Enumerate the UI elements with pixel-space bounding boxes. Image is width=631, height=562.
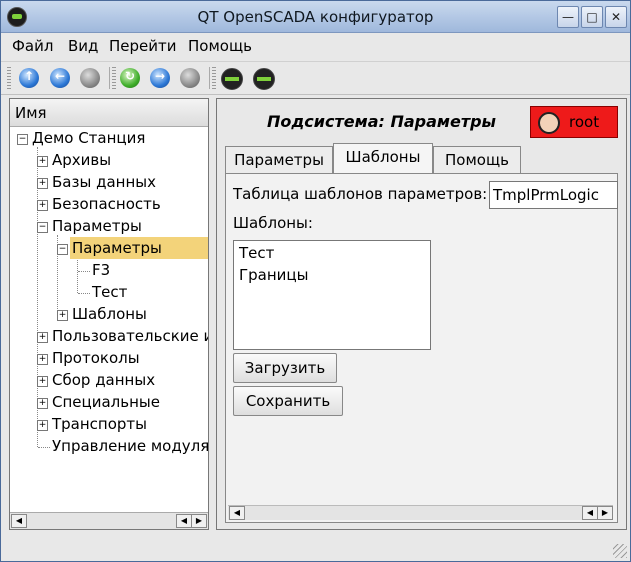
table-name-field[interactable]: TmplPrmLogic xyxy=(489,181,618,209)
toolbar-separator xyxy=(209,67,210,89)
tree-item-parameters-selected[interactable]: Параметры xyxy=(70,237,208,259)
tree-header[interactable]: Имя xyxy=(10,99,208,127)
forward-icon[interactable]: → xyxy=(150,68,170,88)
collapse-icon[interactable]: − xyxy=(57,244,68,255)
tree-item-demo-station[interactable]: Демо Станция xyxy=(32,127,145,149)
tree-horizontal-scrollbar[interactable]: ◀ ◀ ▶ xyxy=(10,512,208,529)
menu-view[interactable]: Вид xyxy=(68,37,98,55)
tree-connector xyxy=(78,271,90,272)
expand-icon[interactable]: + xyxy=(37,420,48,431)
menu-bar: Файл Вид Перейти Помощь xyxy=(1,33,630,59)
back-icon[interactable]: ← xyxy=(50,68,70,88)
toolbar-grip[interactable] xyxy=(212,67,216,89)
application-window: QT OpenSCADA конфигуратор — □ ✕ Файл Вид… xyxy=(0,0,631,562)
expand-icon[interactable]: + xyxy=(37,178,48,189)
tree-item-databases[interactable]: Базы данных xyxy=(52,171,156,193)
expand-icon[interactable]: + xyxy=(37,332,48,343)
templates-list[interactable]: Тест Границы xyxy=(233,240,431,350)
tree-item-module-control[interactable]: Управление модулям xyxy=(52,435,208,457)
list-item[interactable]: Тест xyxy=(239,244,274,262)
expand-icon[interactable]: + xyxy=(37,354,48,365)
expand-icon[interactable]: + xyxy=(37,156,48,167)
navigation-tree[interactable]: Имя − Демо Станция + Архивы + Базы данны… xyxy=(9,98,209,530)
tree-item-archives[interactable]: Архивы xyxy=(52,149,111,171)
tree-item-user-interfaces[interactable]: Пользовательские ин xyxy=(52,325,208,347)
load-button[interactable]: Загрузить xyxy=(233,353,337,383)
scroll-left-icon[interactable]: ◀ xyxy=(176,514,192,528)
tree-header-label: Имя xyxy=(15,104,47,122)
save-button[interactable]: Сохранить xyxy=(233,386,343,416)
table-label: Таблица шаблонов параметров: xyxy=(233,185,488,203)
expand-icon[interactable]: + xyxy=(37,200,48,211)
subsystem-panel: Подсистема: Параметры root Параметры Шаб… xyxy=(216,98,627,530)
templates-label: Шаблоны: xyxy=(233,214,313,232)
tree-item-security[interactable]: Безопасность xyxy=(52,193,161,215)
menu-file[interactable]: Файл xyxy=(12,37,53,55)
stop-icon[interactable] xyxy=(80,68,100,88)
toolbar-grip[interactable] xyxy=(7,67,11,89)
tree-item-transports[interactable]: Транспорты xyxy=(52,413,147,435)
tree-item-special[interactable]: Специальные xyxy=(52,391,160,413)
user-name: root xyxy=(569,113,600,131)
tree-item-templates[interactable]: Шаблоны xyxy=(72,303,147,325)
pane-horizontal-scrollbar[interactable]: ◀ ◀ ▶ xyxy=(228,505,613,520)
resize-grip-icon[interactable] xyxy=(613,544,627,558)
collapse-icon[interactable]: − xyxy=(17,134,28,145)
tree-connector xyxy=(38,447,50,448)
user-button[interactable]: root xyxy=(530,106,618,138)
page-title: Подсистема: Параметры xyxy=(267,112,497,131)
templates-tab-pane: Таблица шаблонов параметров: TmplPrmLogi… xyxy=(225,173,618,523)
tree-item-test[interactable]: Тест xyxy=(92,281,127,303)
expand-icon[interactable]: + xyxy=(37,398,48,409)
network-icon[interactable] xyxy=(253,68,275,90)
tree-item-parameters[interactable]: Параметры xyxy=(52,215,142,237)
menu-help[interactable]: Помощь xyxy=(188,37,252,55)
collapse-icon[interactable]: − xyxy=(37,222,48,233)
scroll-right-icon[interactable]: ▶ xyxy=(597,506,613,520)
toolbar: ↑ ← ↻ → xyxy=(1,61,630,95)
window-title: QT OpenSCADA конфигуратор xyxy=(197,8,434,26)
tab-help[interactable]: Помощь xyxy=(433,146,521,173)
toolbar-separator xyxy=(109,67,110,89)
toolbar-grip[interactable] xyxy=(112,67,116,89)
user-avatar-icon xyxy=(538,112,560,134)
network-icon[interactable] xyxy=(221,68,243,90)
tree-item-protocols[interactable]: Протоколы xyxy=(52,347,140,369)
tab-templates[interactable]: Шаблоны xyxy=(333,143,433,173)
expand-icon[interactable]: + xyxy=(57,310,68,321)
tree-item-f3[interactable]: F3 xyxy=(92,259,110,281)
up-icon[interactable]: ↑ xyxy=(19,68,39,88)
title-bar[interactable]: QT OpenSCADA конфигуратор — □ ✕ xyxy=(1,1,630,33)
scroll-left-icon[interactable]: ◀ xyxy=(11,514,27,528)
maximize-button[interactable]: □ xyxy=(581,6,603,28)
expand-icon[interactable]: + xyxy=(37,376,48,387)
scroll-left-icon[interactable]: ◀ xyxy=(229,506,245,520)
list-item[interactable]: Границы xyxy=(239,266,308,284)
tab-parameters[interactable]: Параметры xyxy=(225,146,333,173)
close-button[interactable]: ✕ xyxy=(605,6,627,28)
scroll-left-icon[interactable]: ◀ xyxy=(582,506,598,520)
tree-connector xyxy=(77,257,78,293)
scroll-right-icon[interactable]: ▶ xyxy=(191,514,207,528)
stop-icon[interactable] xyxy=(180,68,200,88)
menu-go[interactable]: Перейти xyxy=(109,37,177,55)
tree-item-data-acquisition[interactable]: Сбор данных xyxy=(52,369,155,391)
reload-icon[interactable]: ↻ xyxy=(120,68,140,88)
tree-connector xyxy=(78,293,90,294)
minimize-button[interactable]: — xyxy=(557,6,579,28)
